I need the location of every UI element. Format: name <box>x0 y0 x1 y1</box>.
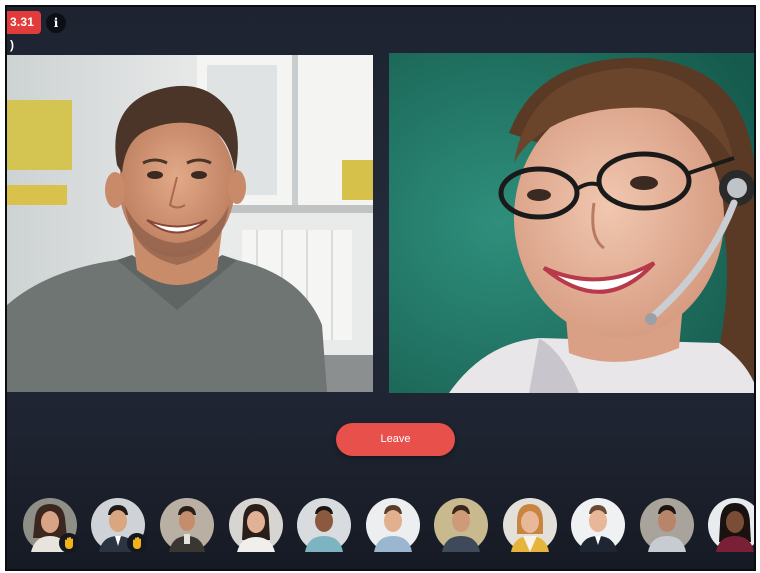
video-tile-woman-headset[interactable] <box>389 53 754 393</box>
participant-avatar[interactable] <box>297 498 351 552</box>
call-timer-badge: 3.31 ) <box>7 11 41 52</box>
participant-6-avatar-icon <box>366 498 420 552</box>
participant-avatar[interactable] <box>434 498 488 552</box>
raised-hand-icon <box>59 533 79 553</box>
participant-8-avatar-icon <box>503 498 557 552</box>
woman-with-headset-video <box>389 53 754 393</box>
participant-avatar[interactable] <box>91 498 147 553</box>
participant-5-avatar-icon <box>297 498 351 552</box>
top-bar: 3.31 ) i <box>7 7 754 52</box>
participant-3-avatar-icon <box>160 498 214 552</box>
participant-avatar[interactable] <box>571 498 625 552</box>
participant-7-avatar-icon <box>434 498 488 552</box>
leave-button[interactable]: Leave <box>336 423 455 456</box>
info-icon[interactable]: i <box>46 13 66 33</box>
participant-4-avatar-icon <box>229 498 283 552</box>
video-tile-man[interactable] <box>7 55 373 392</box>
raised-hand-icon <box>127 533 147 553</box>
video-call-window: 3.31 ) i Leave <box>5 5 756 571</box>
participant-avatar[interactable] <box>640 498 694 552</box>
participant-avatar[interactable] <box>708 498 754 552</box>
participant-9-avatar-icon <box>571 498 625 552</box>
participant-11-avatar-icon <box>708 498 754 552</box>
participant-avatar[interactable] <box>503 498 557 552</box>
participant-10-avatar-icon <box>640 498 694 552</box>
smiling-man-video <box>7 55 373 392</box>
participant-avatar[interactable] <box>366 498 420 552</box>
participant-avatar[interactable] <box>23 498 79 553</box>
participant-avatar[interactable] <box>160 498 214 552</box>
participant-avatar[interactable] <box>229 498 283 552</box>
